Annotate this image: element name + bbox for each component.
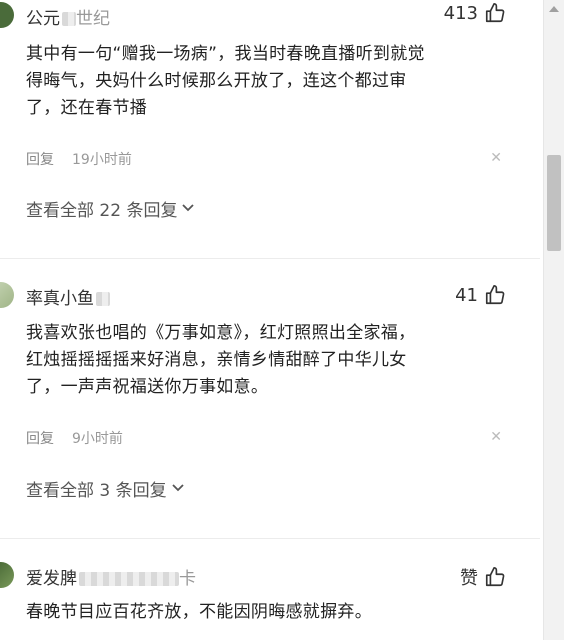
redaction-mask: [96, 292, 110, 306]
scroll-thumb[interactable]: [547, 155, 561, 251]
view-all-replies[interactable]: 查看全部 22 条回复: [26, 196, 195, 221]
scroll-up-icon[interactable]: [549, 6, 559, 12]
comment-text: 春晚节目应百花齐放，不能因阴晦感就摒弃。: [26, 599, 496, 626]
comment-text: 我喜欢张也唱的《万事如意》，红灯照照出全家福， 红烛摇摇摇摇来好消息，亲情乡情甜…: [26, 320, 496, 401]
like-count: 41: [455, 284, 478, 306]
vertical-scrollbar[interactable]: [543, 0, 564, 640]
divider: [0, 538, 540, 539]
username-suffix: 卡: [179, 569, 196, 589]
chevron-down-icon: [171, 479, 185, 499]
comment-line: 了，一声声祝福送你万事如意。: [26, 377, 269, 397]
avatar[interactable]: [0, 562, 14, 588]
chevron-down-icon: [181, 199, 195, 219]
comment-line: 红烛摇摇摇摇来好消息，亲情乡情甜醉了中华儿女: [26, 350, 407, 370]
comment-meta: 回复 19小时前: [26, 149, 132, 169]
username-text: 率真小鱼: [26, 289, 94, 309]
like-button[interactable]: 赞: [460, 564, 506, 590]
like-count: 赞: [460, 568, 478, 589]
thumbs-up-icon: [484, 2, 506, 24]
comment-username[interactable]: 率真小鱼: [26, 284, 110, 309]
like-count: 413: [443, 2, 478, 24]
comment-username[interactable]: 爱发脾 卡: [26, 564, 196, 589]
thumbs-up-icon: [484, 566, 506, 588]
comment-meta: 回复 9小时前: [26, 428, 123, 448]
comment-line: 其中有一句“赠我一场病”，我当时春晚直播听到就觉: [26, 44, 425, 64]
comments-page: 公元 世纪 413 其中有一句“赠我一场病”，我当时春晚直播听到就觉 得晦气，央妈…: [0, 0, 564, 640]
comment-username[interactable]: 公元 世纪: [26, 4, 110, 29]
comment-time: 9小时前: [72, 431, 123, 447]
like-button[interactable]: 413: [444, 2, 506, 24]
thumbs-up-icon: [484, 284, 506, 306]
comment-line: 了，还在春节播: [26, 98, 148, 118]
view-all-label: 查看全部 3 条回复: [26, 481, 167, 501]
username-suffix: 世纪: [76, 9, 110, 29]
username-text: 爱发脾: [26, 569, 77, 589]
like-button[interactable]: 41: [455, 284, 506, 306]
redaction-mask: [79, 572, 179, 586]
close-icon[interactable]: ✕: [490, 429, 502, 445]
comment-line: 我喜欢张也唱的《万事如意》，红灯照照出全家福，: [26, 323, 416, 343]
reply-button[interactable]: 回复: [26, 428, 54, 448]
close-icon[interactable]: ✕: [490, 150, 502, 166]
comment-line: 得晦气，央妈什么时候那么开放了，连这个都过审: [26, 71, 407, 91]
avatar[interactable]: [0, 282, 14, 308]
redaction-mask: [62, 12, 76, 26]
reply-button[interactable]: 回复: [26, 149, 54, 169]
view-all-label: 查看全部 22 条回复: [26, 201, 178, 221]
username-text: 公元: [26, 9, 60, 29]
comment-line: 春晚节目应百花齐放，不能因阴晦感就摒弃。: [26, 602, 372, 622]
comment-time: 19小时前: [72, 152, 132, 168]
divider: [0, 258, 540, 259]
avatar[interactable]: [0, 2, 14, 28]
comment-list: 公元 世纪 413 其中有一句“赠我一场病”，我当时春晚直播听到就觉 得晦气，央妈…: [0, 0, 540, 640]
view-all-replies[interactable]: 查看全部 3 条回复: [26, 476, 185, 501]
comment-text: 其中有一句“赠我一场病”，我当时春晚直播听到就觉 得晦气，央妈什么时候那么开放了…: [26, 41, 496, 122]
